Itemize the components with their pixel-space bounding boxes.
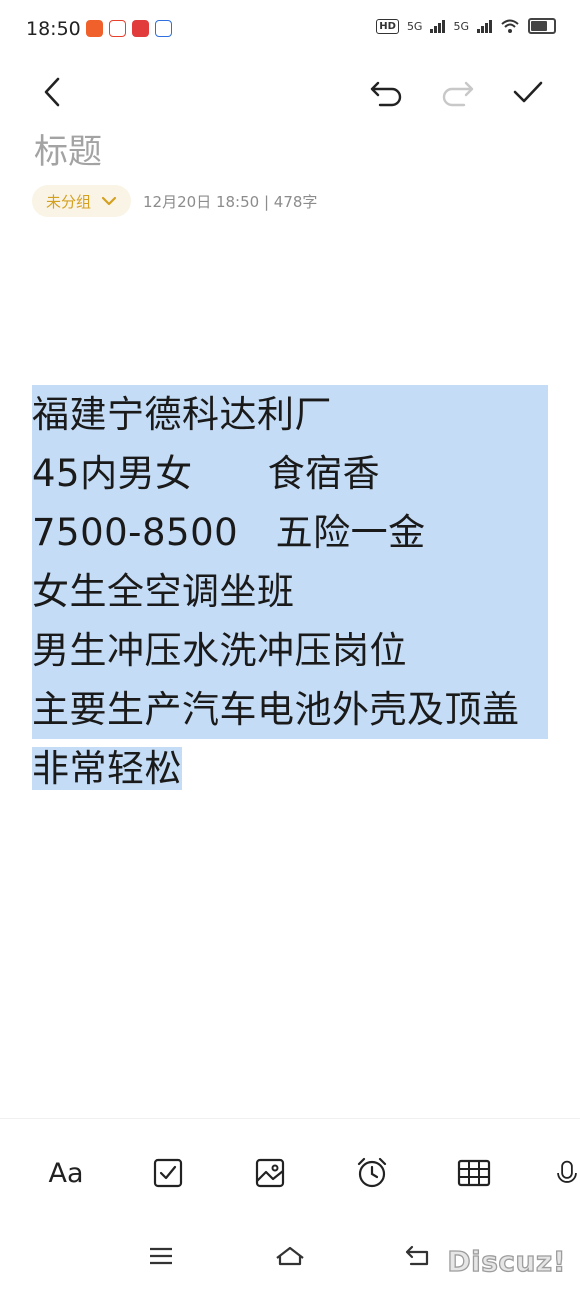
system-icons: HD 5G 5G xyxy=(376,18,556,34)
body-line-text: 福建宁德科达利厂 xyxy=(32,385,548,444)
microphone-icon xyxy=(557,1160,577,1183)
check-icon xyxy=(513,81,543,103)
app-notification-icon xyxy=(132,20,149,37)
signal-icon xyxy=(477,19,492,33)
menu-nav-button[interactable] xyxy=(141,1236,181,1276)
undo-icon xyxy=(370,81,402,107)
body-line: 主要生产汽车电池外壳及顶盖 xyxy=(32,680,572,739)
notification-icons xyxy=(86,20,172,37)
back-nav-button[interactable] xyxy=(398,1236,438,1276)
app-notification-icon xyxy=(109,20,126,37)
back-nav-icon xyxy=(405,1245,429,1266)
wifi-icon xyxy=(501,19,519,33)
body-line-text: 7500-8500 五险一金 xyxy=(32,503,548,562)
body-line: 福建宁德科达利厂 xyxy=(32,385,572,444)
back-button[interactable] xyxy=(30,70,74,114)
note-date-wordcount: 12月20日 18:50 | 478字 xyxy=(143,192,318,211)
insert-image-button[interactable] xyxy=(248,1151,292,1195)
body-line-text: 主要生产汽车电池外壳及顶盖 xyxy=(32,680,548,739)
body-line-text: 非常轻松 xyxy=(32,747,182,790)
body-line: 非常轻松 xyxy=(32,739,572,798)
text-style-button[interactable]: Aa xyxy=(44,1151,88,1195)
undo-button[interactable] xyxy=(364,70,408,114)
menu-icon xyxy=(150,1247,172,1265)
body-line: 女生全空调坐班 xyxy=(32,562,572,621)
alarm-icon xyxy=(357,1157,387,1188)
note-title-placeholder[interactable]: 标题 xyxy=(34,124,102,173)
redo-icon xyxy=(442,81,474,107)
status-time: 18:50 xyxy=(26,18,81,40)
done-button[interactable] xyxy=(506,70,550,114)
home-nav-button[interactable] xyxy=(270,1236,310,1276)
app-notification-icon xyxy=(86,20,103,37)
home-icon xyxy=(276,1246,304,1266)
voice-input-button[interactable] xyxy=(554,1151,580,1195)
checklist-button[interactable] xyxy=(146,1151,190,1195)
app-notification-icon xyxy=(155,20,172,37)
insert-table-button[interactable] xyxy=(452,1151,496,1195)
format-toolbar: Aa xyxy=(0,1118,580,1221)
checkbox-icon xyxy=(153,1158,183,1188)
battery-icon xyxy=(528,18,556,34)
body-line: 45内男女 食宿香 xyxy=(32,444,572,503)
note-meta-row: 未分组 12月20日 18:50 | 478字 xyxy=(32,185,317,217)
group-label: 未分组 xyxy=(46,192,92,211)
group-selector[interactable]: 未分组 xyxy=(32,185,132,217)
body-line-text: 男生冲压水洗冲压岗位 xyxy=(32,621,548,680)
chevron-down-icon xyxy=(101,196,117,206)
reminder-button[interactable] xyxy=(350,1151,394,1195)
table-icon xyxy=(457,1159,491,1187)
network-type-label: 5G xyxy=(406,19,423,33)
image-icon xyxy=(255,1158,285,1188)
signal-icon xyxy=(430,19,446,33)
hd-icon: HD xyxy=(376,18,399,34)
editor-toolbar xyxy=(0,62,580,122)
text-style-icon: Aa xyxy=(48,1157,84,1189)
body-line-text: 45内男女 食宿香 xyxy=(32,444,548,503)
redo-button[interactable] xyxy=(436,70,480,114)
watermark: Discuz! xyxy=(447,1244,566,1278)
body-line: 7500-8500 五险一金 xyxy=(32,503,572,562)
body-line-text: 女生全空调坐班 xyxy=(32,562,548,621)
body-line: 男生冲压水洗冲压岗位 xyxy=(32,621,572,680)
back-icon xyxy=(44,77,60,107)
status-bar: 18:50 HD 5G 5G xyxy=(0,0,580,62)
note-body[interactable]: 福建宁德科达利厂 45内男女 食宿香 7500-8500 五险一金 女生全空调坐… xyxy=(32,385,572,798)
network-type-label: 5G xyxy=(453,19,469,33)
